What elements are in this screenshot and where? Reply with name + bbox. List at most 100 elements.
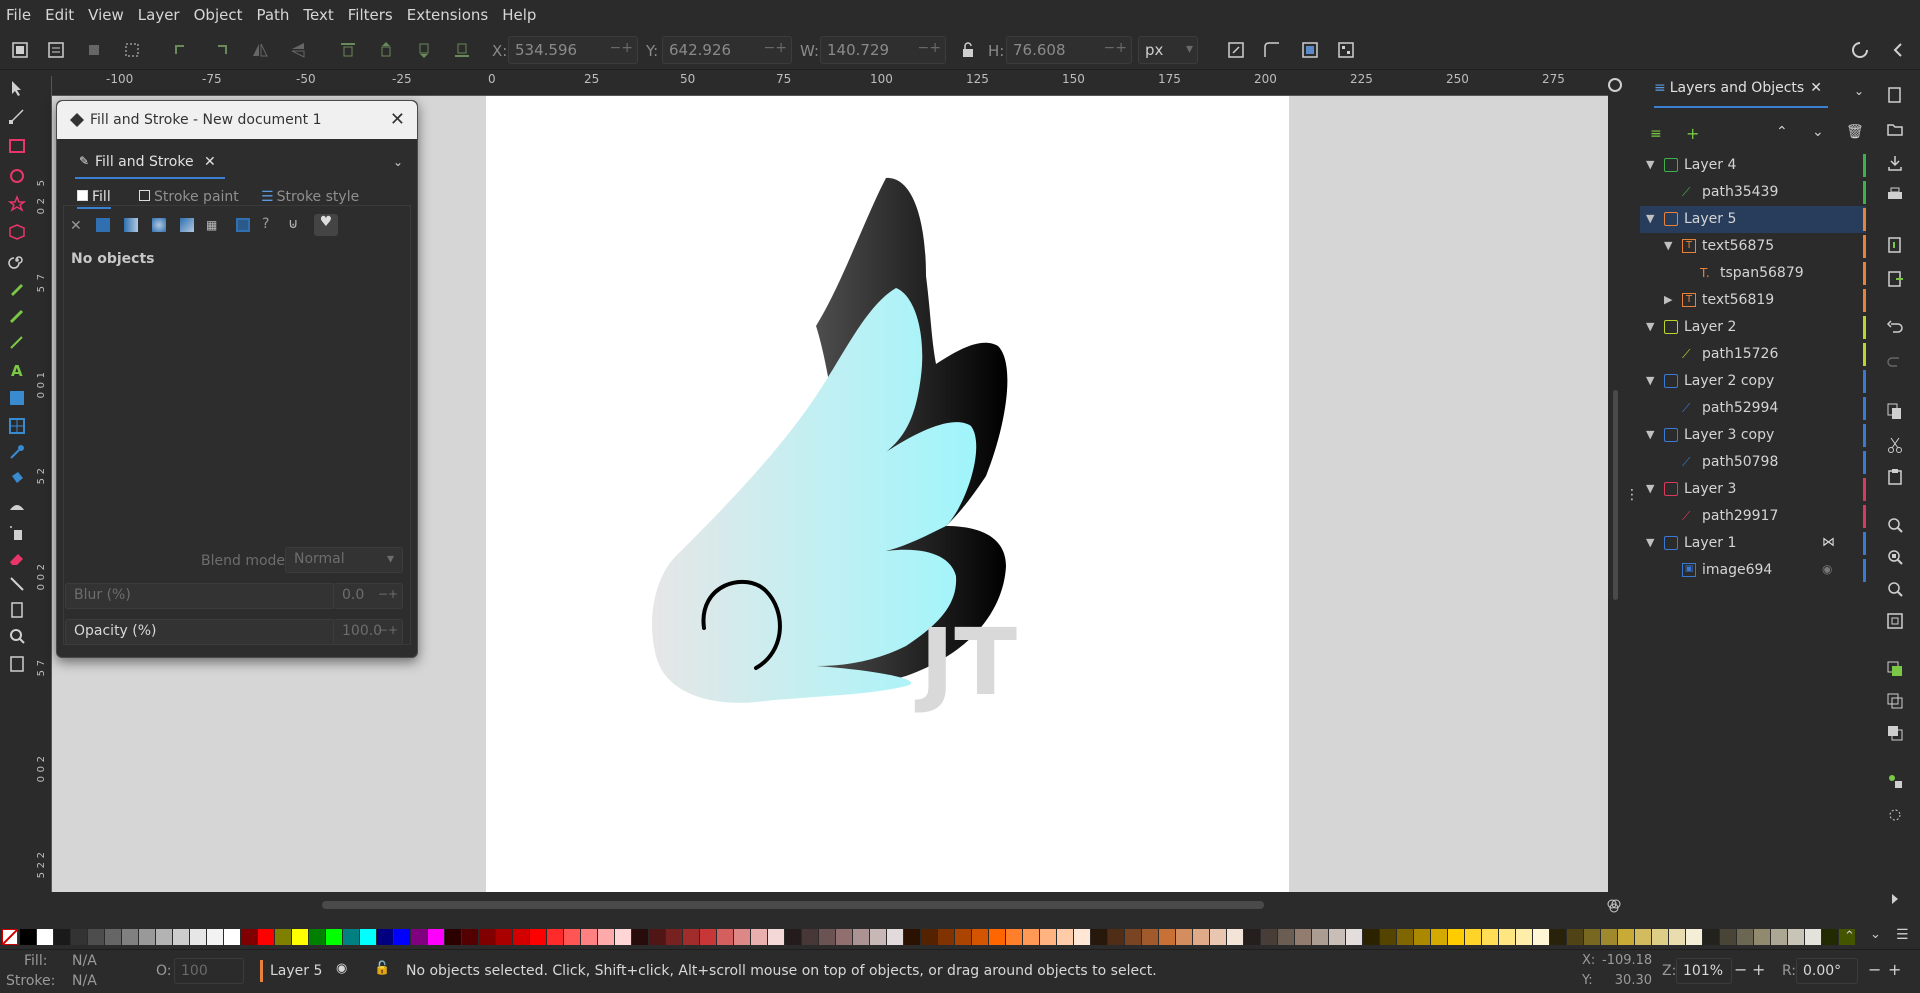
layer-row[interactable]: ⟋ path29917 <box>1640 503 1866 530</box>
color-swatch[interactable] <box>853 929 869 945</box>
color-swatch[interactable] <box>1057 929 1073 945</box>
layer-row[interactable]: ⟋ path35439 <box>1640 179 1866 206</box>
delete-layer-icon[interactable]: 🗑 <box>1846 124 1864 140</box>
zoom-input[interactable]: 101% <box>1676 958 1732 984</box>
tweak-icon[interactable] <box>7 496 27 516</box>
color-swatch[interactable] <box>428 929 444 945</box>
layer-row[interactable]: ▼ T text56875 <box>1640 233 1866 260</box>
color-swatch[interactable] <box>1329 929 1345 945</box>
color-manage-icon[interactable] <box>1606 898 1622 914</box>
color-swatch[interactable] <box>411 929 427 945</box>
rotate-ccw-icon[interactable] <box>172 40 192 60</box>
color-swatch[interactable] <box>360 929 376 945</box>
color-swatch[interactable] <box>1805 929 1821 945</box>
node-icon[interactable] <box>7 106 27 126</box>
color-swatch[interactable] <box>1720 929 1736 945</box>
horizontal-scrollbar[interactable] <box>322 901 1264 909</box>
color-swatch[interactable] <box>37 929 53 945</box>
menu-path[interactable]: Path <box>256 6 289 24</box>
color-swatch[interactable] <box>1312 929 1328 945</box>
print-icon[interactable] <box>1886 186 1904 204</box>
eraser-icon[interactable] <box>7 548 27 568</box>
color-swatch[interactable] <box>683 929 699 945</box>
fill-indicator-value[interactable]: N/A <box>72 953 97 969</box>
color-swatch[interactable] <box>20 929 36 945</box>
color-swatch[interactable] <box>1550 929 1566 945</box>
group-icon[interactable] <box>1886 772 1904 790</box>
fill-rule-evenodd-icon[interactable]: ⊍ <box>288 216 308 236</box>
copy-icon[interactable] <box>1886 402 1904 420</box>
layer-row[interactable]: ⟋ path52994 <box>1640 395 1866 422</box>
lower-icon[interactable] <box>414 40 434 60</box>
clone-icon[interactable] <box>1886 692 1904 710</box>
select-all-icon[interactable] <box>10 40 30 60</box>
color-swatch[interactable] <box>717 929 733 945</box>
star-icon[interactable] <box>7 194 27 214</box>
tab-fill-stroke[interactable]: ✎ Fill and Stroke ✕ <box>75 149 225 179</box>
color-swatch[interactable] <box>1125 929 1141 945</box>
measure-icon[interactable] <box>7 654 27 674</box>
menu-text[interactable]: Text <box>303 6 333 24</box>
gradient-icon[interactable] <box>7 388 27 408</box>
no-color-swatch[interactable] <box>2 929 18 945</box>
color-swatch[interactable] <box>1618 929 1634 945</box>
spiral-icon[interactable] <box>7 250 27 270</box>
layer-lock-icon[interactable]: 🔓 <box>374 961 390 976</box>
color-swatch[interactable] <box>479 929 495 945</box>
color-swatch[interactable] <box>241 929 257 945</box>
color-swatch[interactable] <box>1040 929 1056 945</box>
expand-toggle-icon[interactable]: ▼ <box>1664 239 1672 252</box>
scale-corners-icon[interactable] <box>1262 40 1282 60</box>
no-paint-icon[interactable]: ✕ <box>70 218 90 238</box>
expand-toggle-icon[interactable]: ▼ <box>1646 212 1654 225</box>
deselect-icon[interactable] <box>84 40 104 60</box>
color-swatch[interactable] <box>190 929 206 945</box>
layer-row[interactable]: ▼ Layer 3 copy <box>1640 422 1866 449</box>
color-swatch[interactable] <box>1431 929 1447 945</box>
color-swatch[interactable] <box>1006 929 1022 945</box>
zoom-in-icon[interactable]: + <box>1752 960 1765 979</box>
blur-stepper[interactable]: −+ <box>378 587 398 601</box>
color-swatch[interactable] <box>1142 929 1158 945</box>
color-swatch[interactable] <box>445 929 461 945</box>
color-swatch[interactable] <box>1652 929 1668 945</box>
blend-mode-select[interactable]: Normal ▾ <box>285 547 403 573</box>
color-swatch[interactable] <box>649 929 665 945</box>
w-stepper[interactable]: −+ <box>918 40 941 56</box>
color-swatch[interactable] <box>1567 929 1583 945</box>
color-swatch[interactable] <box>1669 929 1685 945</box>
color-swatch[interactable] <box>1397 929 1413 945</box>
color-swatch[interactable] <box>666 929 682 945</box>
color-swatch[interactable] <box>1788 929 1804 945</box>
layer-row[interactable]: ⟋ path50798 <box>1640 449 1866 476</box>
w-input[interactable]: 140.729 −+ <box>820 36 946 64</box>
blur-input[interactable]: 0.0 −+ <box>333 583 403 609</box>
fill-rule-nonzero-icon[interactable]: ♥ <box>314 214 338 236</box>
opacity-status-input[interactable]: 100 <box>174 958 244 984</box>
layer-visibility-icon[interactable]: ◉ <box>336 961 347 976</box>
3dbox-icon[interactable] <box>7 222 27 242</box>
color-swatch[interactable] <box>1074 929 1090 945</box>
connector-icon[interactable] <box>7 574 27 594</box>
layer-row[interactable]: ▼ Layer 4 <box>1640 152 1866 179</box>
expand-toggle-icon[interactable]: ▼ <box>1646 320 1654 333</box>
color-swatch[interactable] <box>1482 929 1498 945</box>
paintbucket-icon[interactable] <box>7 468 27 488</box>
cut-icon[interactable] <box>1886 436 1904 454</box>
zoom-width-icon[interactable] <box>1886 612 1904 630</box>
color-swatch[interactable] <box>258 929 274 945</box>
zoom-selection-icon[interactable] <box>1886 516 1904 534</box>
color-swatch[interactable] <box>309 929 325 945</box>
color-swatch[interactable] <box>343 929 359 945</box>
color-swatch[interactable] <box>122 929 138 945</box>
redo-icon[interactable] <box>1886 352 1904 370</box>
color-swatch[interactable] <box>1227 929 1243 945</box>
color-swatch[interactable] <box>530 929 546 945</box>
color-swatch[interactable] <box>394 929 410 945</box>
color-swatch[interactable] <box>1159 929 1175 945</box>
color-swatch[interactable] <box>1754 929 1770 945</box>
color-swatch[interactable] <box>751 929 767 945</box>
color-swatch[interactable] <box>836 929 852 945</box>
paste-icon[interactable] <box>1886 468 1904 486</box>
color-swatch[interactable] <box>292 929 308 945</box>
